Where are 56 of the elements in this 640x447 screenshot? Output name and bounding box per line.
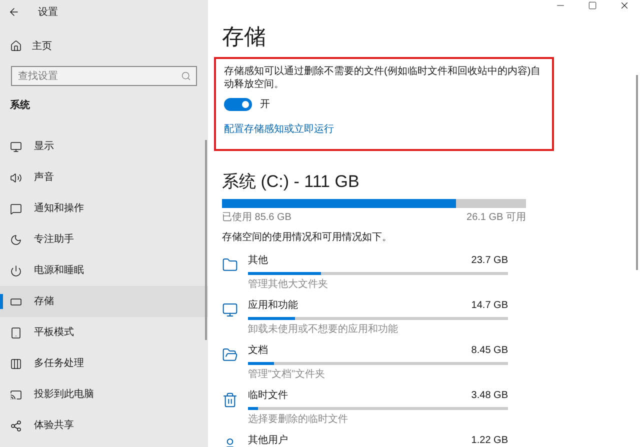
nav-item[interactable]: 投影到此电脑 bbox=[0, 379, 208, 410]
nav-item[interactable]: 通知和操作 bbox=[0, 193, 208, 224]
category-description: 管理其他大文件夹 bbox=[248, 278, 328, 292]
drive-title: 系统 (C:) - 111 GB bbox=[222, 171, 360, 193]
nav-item[interactable]: 体验共享 bbox=[0, 410, 208, 441]
message-icon bbox=[10, 202, 22, 214]
monitor-icon bbox=[222, 302, 238, 318]
free-space-text: 26.1 GB 可用 bbox=[466, 210, 526, 224]
category-description: 选择要删除的临时文件 bbox=[248, 412, 348, 426]
folder-icon bbox=[222, 346, 238, 362]
category-size: 1.22 GB bbox=[471, 434, 508, 447]
category-name[interactable]: 其他用户 bbox=[248, 432, 288, 447]
category-size: 8.45 GB bbox=[471, 344, 508, 358]
back-icon[interactable] bbox=[8, 6, 20, 18]
description-text: 存储感知可以通过删除不需要的文件(例如临时文件和回收站中的内容)自动释放空间。 bbox=[224, 65, 542, 91]
toggle-switch[interactable] bbox=[224, 98, 252, 111]
search-field[interactable]: 查找设置 bbox=[11, 66, 197, 86]
speaker-icon bbox=[10, 172, 22, 184]
folder-icon bbox=[222, 256, 238, 272]
nav-item[interactable]: 多任务处理 bbox=[0, 348, 208, 379]
nav-item[interactable]: 声音 bbox=[0, 162, 208, 193]
section-heading: 系统 bbox=[10, 98, 30, 113]
nav-item[interactable]: 专注助手 bbox=[0, 224, 208, 255]
close-icon[interactable] bbox=[619, 0, 630, 11]
search-icon bbox=[181, 71, 191, 81]
category-description: 卸载未使用或不想要的应用和功能 bbox=[248, 322, 398, 336]
page-title: 存储 bbox=[222, 23, 266, 51]
tablet-icon bbox=[10, 326, 22, 338]
columns-icon bbox=[10, 358, 22, 370]
toggle-label: 开 bbox=[260, 98, 270, 112]
maximize-icon[interactable] bbox=[588, 1, 597, 10]
configure-link[interactable]: 配置存储感知或立即运行 bbox=[224, 122, 334, 137]
caption-text: 存储空间的使用情况和可用情况如下。 bbox=[222, 230, 392, 244]
share-icon bbox=[10, 420, 22, 432]
rectangle-icon bbox=[10, 296, 22, 308]
nav-item[interactable]: 显示 bbox=[0, 131, 208, 162]
moon-icon bbox=[10, 234, 22, 246]
category-name[interactable]: 临时文件 bbox=[248, 388, 288, 402]
window-title: 设置 bbox=[38, 6, 58, 20]
used-space-text: 已使用 85.6 GB bbox=[222, 210, 292, 224]
category-name[interactable]: 文档 bbox=[248, 342, 268, 358]
nav-item[interactable]: 电源和睡眠 bbox=[0, 255, 208, 286]
home-link[interactable]: 主页 bbox=[32, 38, 52, 54]
home-icon[interactable] bbox=[10, 40, 22, 52]
category-size: 23.7 GB bbox=[471, 254, 508, 268]
cast-icon bbox=[10, 388, 22, 400]
nav-item[interactable]: 存储 bbox=[0, 286, 208, 317]
category-name[interactable]: 应用和功能 bbox=[248, 298, 298, 312]
monitor-icon bbox=[10, 140, 22, 152]
category-size: 3.48 GB bbox=[471, 388, 508, 402]
trash-icon bbox=[222, 392, 238, 408]
category-name[interactable]: 其他 bbox=[248, 252, 268, 268]
category-size: 14.7 GB bbox=[471, 298, 508, 312]
category-description: 管理"文档"文件夹 bbox=[248, 368, 326, 382]
power-icon bbox=[10, 264, 22, 276]
nav-item[interactable]: 平板模式 bbox=[0, 317, 208, 348]
